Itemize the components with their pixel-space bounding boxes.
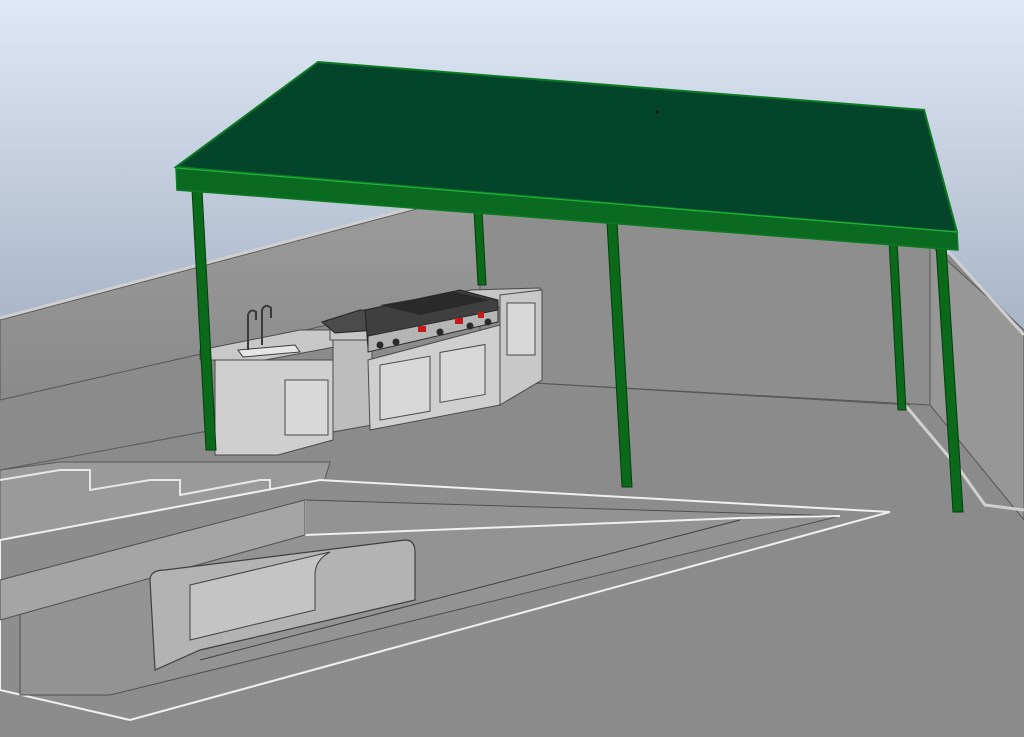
knob-icon [466,322,474,330]
sink-cabinet-opening [284,379,329,436]
grill-cabinet-opening-3 [506,302,536,356]
roof-marker [655,110,659,114]
scene-canvas[interactable] [0,0,1024,737]
burner-accent [418,326,426,332]
knob-icon [484,318,492,326]
knob-icon [392,338,400,346]
knob-icon [376,341,384,349]
knob-icon [436,328,444,336]
burner-accent [478,312,484,318]
cad-viewport[interactable] [0,0,1024,737]
grill-cabinet-opening-1 [379,355,431,421]
sink-cabinet-side [332,331,373,433]
grill-cabinet-opening-2 [439,343,486,404]
burner-accent [455,318,463,324]
